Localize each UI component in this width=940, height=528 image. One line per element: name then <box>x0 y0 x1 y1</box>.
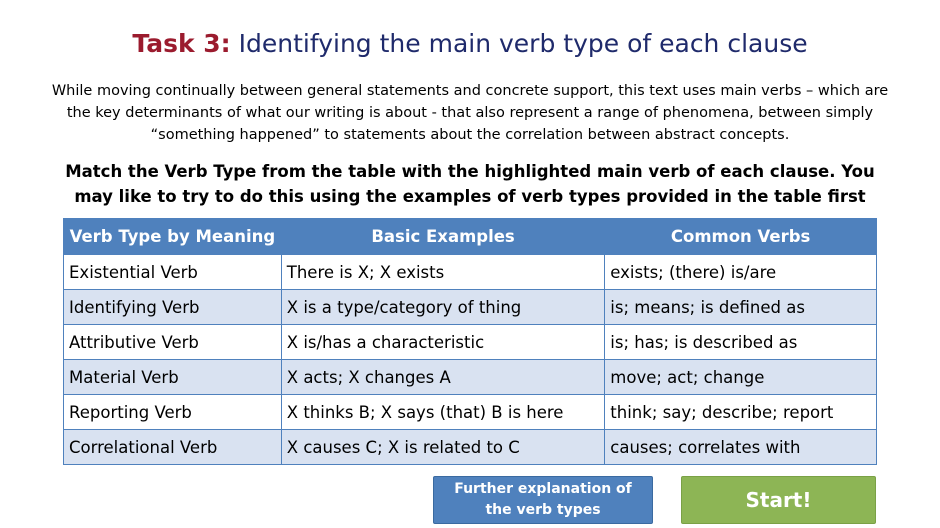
common-verbs-cell: exists; (there) is/are <box>604 254 877 290</box>
table-row: Identifying Verb X is a type/category of… <box>63 289 877 325</box>
start-button[interactable]: Start! <box>681 476 876 524</box>
table-row: Correlational Verb X causes C; X is rela… <box>63 429 877 465</box>
verb-type-cell: Reporting Verb <box>63 394 282 430</box>
verb-type-cell: Material Verb <box>63 359 282 395</box>
table-row: Attributive Verb X is/has a characterist… <box>63 324 877 360</box>
table-row: Reporting Verb X thinks B; X says (that)… <box>63 394 877 430</box>
verb-type-cell: Correlational Verb <box>63 429 282 465</box>
further-explanation-label: Further explanation of the verb types <box>454 481 632 518</box>
common-verbs-cell: is; means; is defined as <box>604 289 877 325</box>
instruction-text: Match the Verb Type from the table with … <box>65 162 875 206</box>
task-heading: Identifying the main verb type of each c… <box>238 29 808 58</box>
basic-example-cell: X acts; X changes A <box>280 359 606 395</box>
basic-example-cell: X is a type/category of thing <box>280 289 606 325</box>
further-explanation-button[interactable]: Further explanation of the verb types <box>433 476 653 524</box>
basic-example-cell: There is X; X exists <box>280 254 606 290</box>
basic-example-cell: X is/has a characteristic <box>280 324 606 360</box>
header-verb-type: Verb Type by Meaning <box>63 218 282 255</box>
verb-type-cell: Attributive Verb <box>63 324 282 360</box>
table-header-row: Verb Type by Meaning Basic Examples Comm… <box>63 218 877 255</box>
verb-type-cell: Existential Verb <box>63 254 282 290</box>
basic-example-cell: X causes C; X is related to C <box>280 429 606 465</box>
header-common-verbs: Common Verbs <box>604 218 877 255</box>
intro-paragraph: While moving continually between general… <box>51 83 889 143</box>
basic-example-cell: X thinks B; X says (that) B is here <box>280 394 606 430</box>
task-label: Task 3: <box>132 29 231 58</box>
table-row: Material Verb X acts; X changes A move; … <box>63 359 877 395</box>
verb-types-table: Verb Type by Meaning Basic Examples Comm… <box>63 218 877 465</box>
common-verbs-cell: is; has; is described as <box>604 324 877 360</box>
table-row: Existential Verb There is X; X exists ex… <box>63 254 877 290</box>
common-verbs-cell: think; say; describe; report <box>604 394 877 430</box>
page-title: Task 3: Identifying the main verb type o… <box>0 27 940 61</box>
verb-type-cell: Identifying Verb <box>63 289 282 325</box>
start-label: Start! <box>745 488 812 512</box>
common-verbs-cell: move; act; change <box>604 359 877 395</box>
header-basic-examples: Basic Examples <box>280 218 606 255</box>
common-verbs-cell: causes; correlates with <box>604 429 877 465</box>
